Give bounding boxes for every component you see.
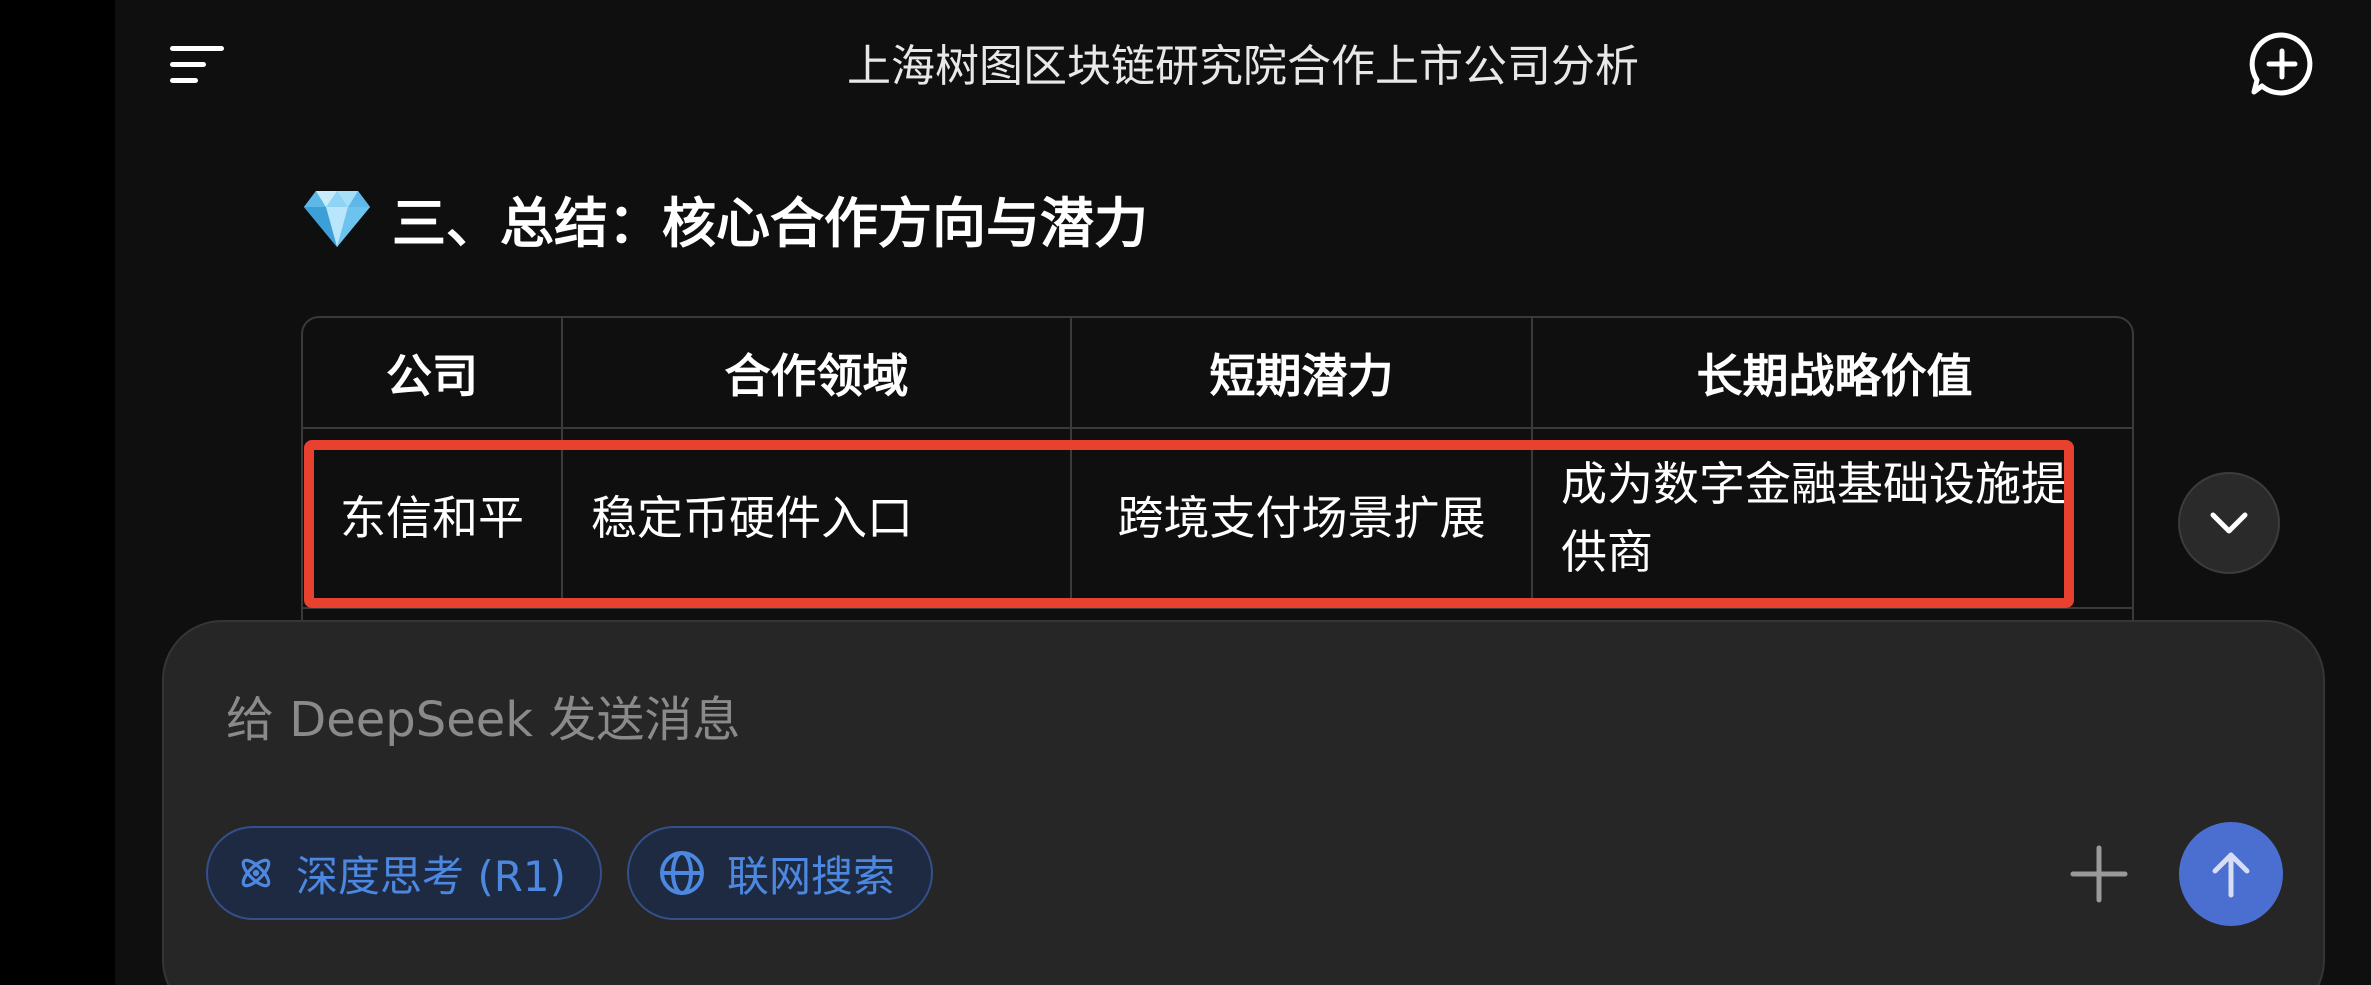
table-header-cell: 公司 — [303, 318, 563, 429]
send-arrow-icon — [2212, 852, 2250, 898]
deep-think-button[interactable]: 深度思考 (R1) — [206, 826, 602, 920]
section-title: 三、总结：核心合作方向与潜力 — [392, 191, 1148, 255]
table-header-cell: 短期潜力 — [1070, 318, 1533, 429]
table-header-cell: 长期战略价值 — [1531, 318, 2132, 429]
highlight-annotation — [304, 440, 2074, 608]
table-header-cell: 合作领域 — [561, 318, 1072, 429]
gem-icon — [302, 187, 372, 249]
page-title: 上海树图区块链研究院合作上市公司分析 — [847, 41, 1639, 92]
message-composer: 给 DeepSeek 发送消息 深度思考 (R1) 联网搜索 — [162, 620, 2325, 985]
chevron-down-icon — [2210, 512, 2248, 534]
web-search-button[interactable]: 联网搜索 — [627, 826, 933, 920]
section-heading: 三、总结：核心合作方向与潜力 — [302, 178, 1148, 258]
table-header-row: 公司 合作领域 短期潜力 长期战略价值 — [303, 318, 2132, 429]
send-button[interactable] — [2179, 822, 2283, 926]
atom-icon — [241, 858, 271, 888]
web-search-label: 联网搜索 — [727, 851, 896, 901]
globe-icon — [660, 851, 704, 895]
message-input[interactable]: 给 DeepSeek 发送消息 — [226, 680, 740, 750]
new-chat-icon[interactable] — [2248, 30, 2316, 98]
scroll-down-button[interactable] — [2178, 472, 2280, 574]
deep-think-label: 深度思考 (R1) — [295, 851, 566, 901]
top-bar: 上海树图区块链研究院合作上市公司分析 — [115, 0, 2371, 130]
left-edge — [0, 0, 115, 985]
plus-icon[interactable] — [2069, 844, 2129, 904]
